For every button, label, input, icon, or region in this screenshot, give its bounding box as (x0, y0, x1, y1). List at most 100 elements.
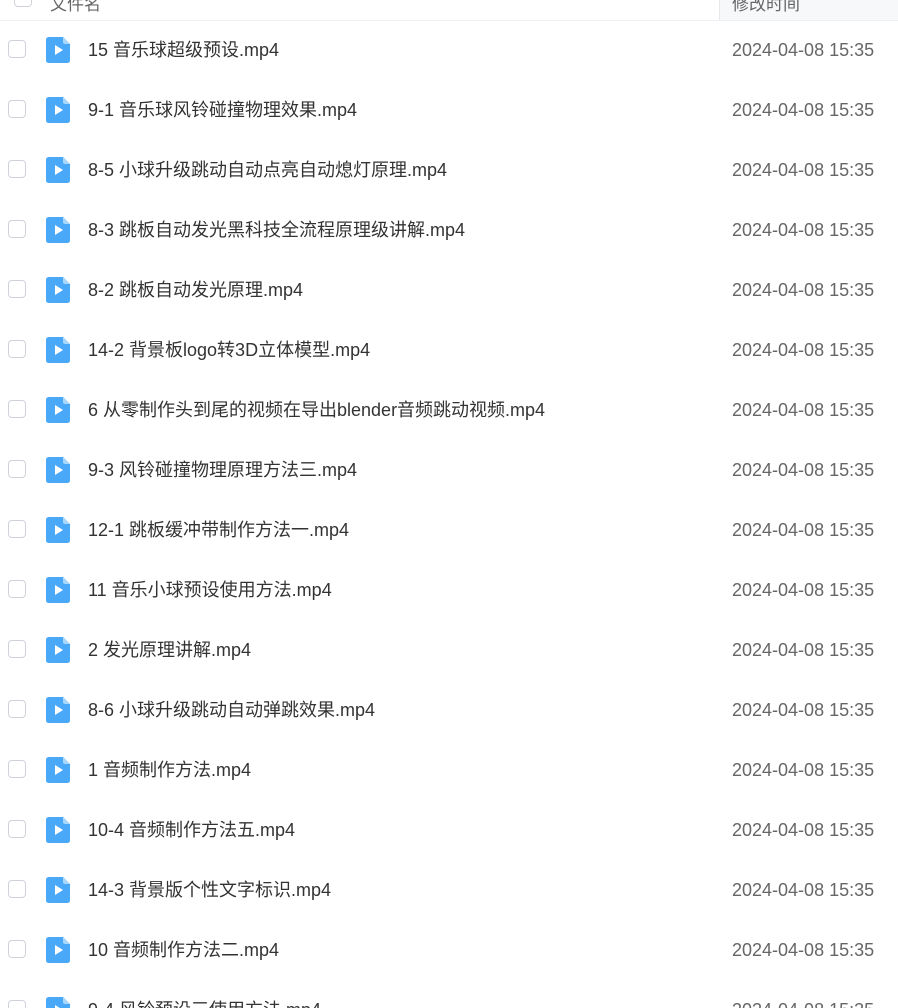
file-row[interactable]: 8-5 小球升级跳动自动点亮自动熄灯原理.mp4 2024-04-08 15:3… (0, 140, 898, 200)
row-checkbox[interactable] (8, 880, 26, 898)
row-checkbox[interactable] (8, 100, 26, 118)
file-modified-time: 2024-04-08 15:35 (732, 640, 875, 660)
video-file-icon-graphic (46, 517, 70, 543)
video-file-icon (46, 397, 70, 423)
video-file-icon (46, 697, 70, 723)
file-list-header: 文件名 修改时间 (0, 0, 898, 21)
video-file-icon-graphic (46, 577, 70, 603)
file-row[interactable]: 6 从零制作头到尾的视频在导出blender音频跳动视频.mp4 2024-04… (0, 380, 898, 440)
file-row[interactable]: 14-2 背景板logo转3D立体模型.mp4 2024-04-08 15:35 (0, 320, 898, 380)
file-row[interactable]: 9-1 音乐球风铃碰撞物理效果.mp4 2024-04-08 15:35 (0, 80, 898, 140)
file-name[interactable]: 15 音乐球超级预设.mp4 (88, 38, 279, 62)
file-modified-time: 2024-04-08 15:35 (732, 340, 875, 360)
file-row[interactable]: 11 音乐小球预设使用方法.mp4 2024-04-08 15:35 (0, 560, 898, 620)
file-name[interactable]: 9-3 风铃碰撞物理原理方法三.mp4 (88, 458, 357, 482)
video-file-icon (46, 37, 70, 63)
row-checkbox[interactable] (8, 820, 26, 838)
video-file-icon (46, 577, 70, 603)
column-divider[interactable] (719, 0, 720, 20)
video-file-icon (46, 277, 70, 303)
row-checkbox[interactable] (8, 760, 26, 778)
file-row[interactable]: 10-4 音频制作方法五.mp4 2024-04-08 15:35 (0, 800, 898, 860)
video-file-icon-graphic (46, 97, 70, 123)
file-modified-time: 2024-04-08 15:35 (732, 998, 874, 1008)
file-row[interactable]: 8-6 小球升级跳动自动弹跳效果.mp4 2024-04-08 15:35 (0, 680, 898, 740)
row-checkbox[interactable] (8, 580, 26, 598)
file-name[interactable]: 8-5 小球升级跳动自动点亮自动熄灯原理.mp4 (88, 158, 447, 182)
file-modified-time: 2024-04-08 15:35 (732, 400, 875, 420)
video-file-icon (46, 517, 70, 543)
video-file-icon-graphic (46, 157, 70, 183)
video-file-icon-graphic (46, 277, 70, 303)
row-checkbox[interactable] (8, 40, 26, 58)
file-modified-time: 2024-04-08 15:35 (732, 700, 875, 720)
file-row[interactable]: 9-3 风铃碰撞物理原理方法三.mp4 2024-04-08 15:35 (0, 440, 898, 500)
file-name[interactable]: 8-3 跳板自动发光黑科技全流程原理级讲解.mp4 (88, 218, 465, 242)
video-file-icon (46, 217, 70, 243)
video-file-icon-graphic (46, 757, 70, 783)
file-row[interactable]: 12-1 跳板缓冲带制作方法一.mp4 2024-04-08 15:35 (0, 500, 898, 560)
file-name[interactable]: 12-1 跳板缓冲带制作方法一.mp4 (88, 518, 349, 542)
file-modified-time: 2024-04-08 15:35 (732, 220, 875, 240)
file-modified-time: 2024-04-08 15:35 (732, 820, 875, 840)
row-checkbox[interactable] (8, 400, 26, 418)
video-file-icon (46, 637, 70, 663)
file-row[interactable]: 14-3 背景版个性文字标识.mp4 2024-04-08 15:35 (0, 860, 898, 920)
file-modified-time: 2024-04-08 15:35 (732, 40, 875, 60)
row-checkbox[interactable] (8, 640, 26, 658)
file-name[interactable]: 8-2 跳板自动发光原理.mp4 (88, 278, 303, 302)
row-checkbox[interactable] (8, 700, 26, 718)
video-file-icon (46, 997, 70, 1008)
row-checkbox[interactable] (8, 520, 26, 538)
file-modified-time: 2024-04-08 15:35 (732, 580, 875, 600)
video-file-icon-graphic (46, 37, 70, 63)
video-file-icon-graphic (46, 697, 70, 723)
select-all-checkbox[interactable] (14, 0, 32, 7)
file-name[interactable]: 2 发光原理讲解.mp4 (88, 638, 251, 662)
file-name[interactable]: 9-1 音乐球风铃碰撞物理效果.mp4 (88, 98, 357, 122)
video-file-icon-graphic (46, 337, 70, 363)
file-name[interactable]: 14-2 背景板logo转3D立体模型.mp4 (88, 338, 370, 362)
file-list: 15 音乐球超级预设.mp4 2024-04-08 15:35 9-1 音乐球风… (0, 20, 898, 1008)
row-checkbox[interactable] (8, 280, 26, 298)
file-modified-time: 2024-04-08 15:35 (732, 460, 875, 480)
file-name[interactable]: 14-3 背景版个性文字标识.mp4 (88, 878, 331, 902)
video-file-icon-graphic (46, 937, 70, 963)
file-modified-time: 2024-04-08 15:35 (732, 520, 875, 540)
column-header-modified-time[interactable]: 修改时间 (732, 0, 800, 15)
file-row[interactable]: 2 发光原理讲解.mp4 2024-04-08 15:35 (0, 620, 898, 680)
row-checkbox[interactable] (8, 460, 26, 478)
file-row[interactable]: 8-2 跳板自动发光原理.mp4 2024-04-08 15:35 (0, 260, 898, 320)
row-checkbox[interactable] (8, 340, 26, 358)
video-file-icon-graphic (46, 637, 70, 663)
file-name[interactable]: 10 音频制作方法二.mp4 (88, 938, 279, 962)
video-file-icon-graphic (46, 397, 70, 423)
column-header-name[interactable]: 文件名 (50, 0, 101, 15)
file-modified-time: 2024-04-08 15:35 (732, 880, 875, 900)
file-row[interactable]: 8-3 跳板自动发光黑科技全流程原理级讲解.mp4 2024-04-08 15:… (0, 200, 898, 260)
row-checkbox[interactable] (8, 220, 26, 238)
video-file-icon-graphic (46, 877, 70, 903)
video-file-icon (46, 457, 70, 483)
file-name[interactable]: 1 音频制作方法.mp4 (88, 758, 251, 782)
file-row[interactable]: 1 音频制作方法.mp4 2024-04-08 15:35 (0, 740, 898, 800)
file-row[interactable]: 10 音频制作方法二.mp4 2024-04-08 15:35 (0, 920, 898, 980)
row-checkbox[interactable] (8, 940, 26, 958)
row-checkbox[interactable] (8, 160, 26, 178)
video-file-icon (46, 877, 70, 903)
file-name[interactable]: 11 音乐小球预设使用方法.mp4 (88, 578, 332, 602)
file-row[interactable]: 15 音乐球超级预设.mp4 2024-04-08 15:35 (0, 20, 898, 80)
file-modified-time: 2024-04-08 15:35 (732, 760, 875, 780)
video-file-icon-graphic (46, 457, 70, 483)
file-list-view: 文件名 修改时间 15 音乐球超级预设.mp4 2024-04-08 15:35… (0, 0, 898, 1008)
file-name[interactable]: 6 从零制作头到尾的视频在导出blender音频跳动视频.mp4 (88, 398, 545, 422)
video-file-icon (46, 937, 70, 963)
video-file-icon (46, 817, 70, 843)
file-name[interactable]: 8-6 小球升级跳动自动弹跳效果.mp4 (88, 698, 375, 722)
file-name[interactable]: 10-4 音频制作方法五.mp4 (88, 818, 295, 842)
row-checkbox[interactable] (8, 1000, 26, 1008)
file-name[interactable]: 9-4 风铃预设三使用方法.mp4 (88, 998, 321, 1008)
video-file-icon-graphic (46, 997, 70, 1008)
video-file-icon (46, 337, 70, 363)
file-row[interactable]: 9-4 风铃预设三使用方法.mp4 2024-04-08 15:35 (0, 980, 898, 1008)
